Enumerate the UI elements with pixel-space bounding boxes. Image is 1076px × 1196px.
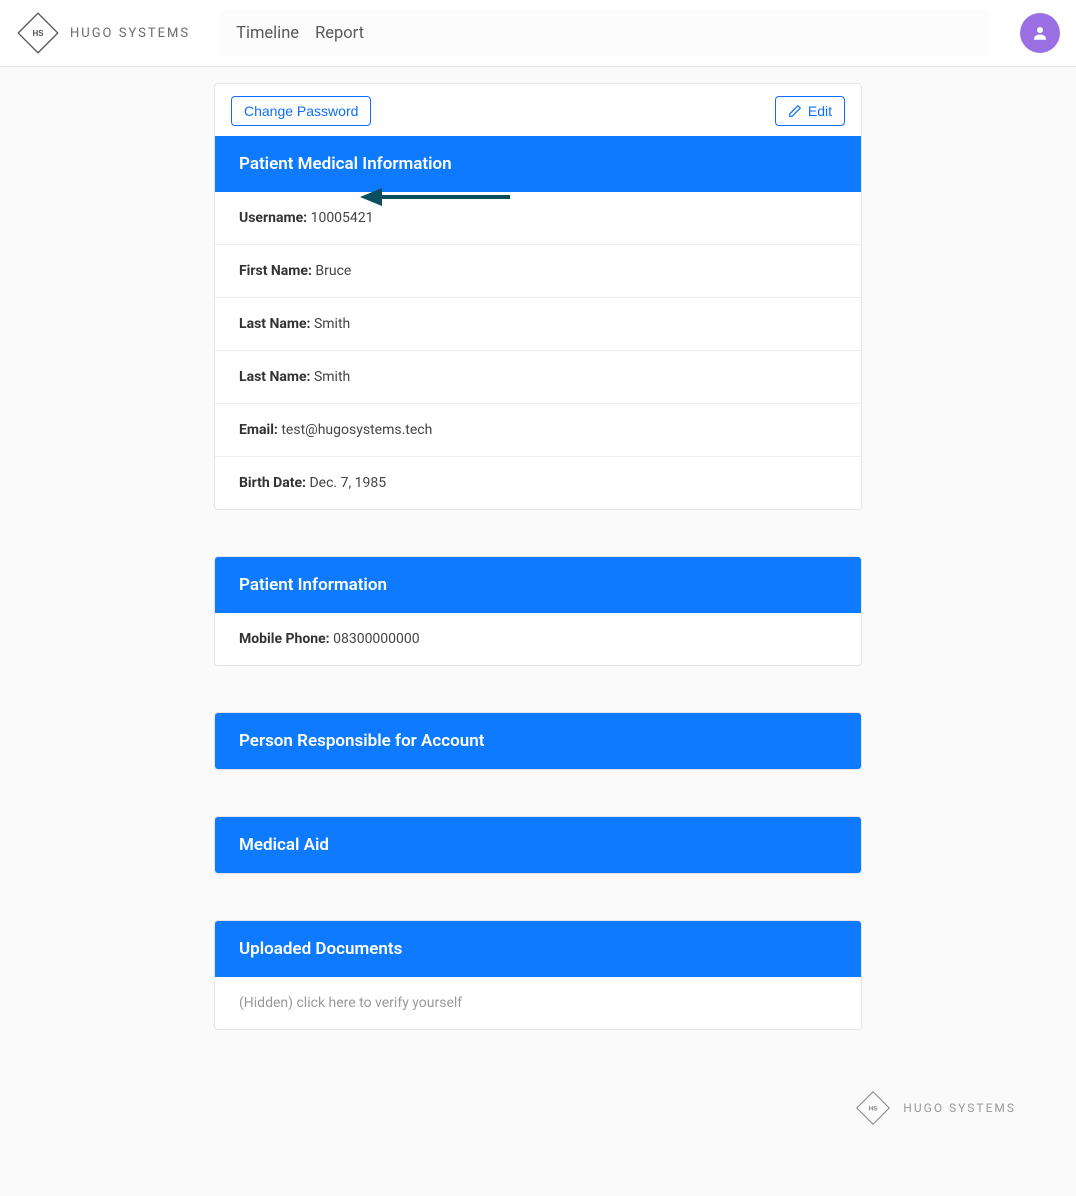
field-label: First Name:: [239, 263, 312, 279]
app-header: HS HUGO SYSTEMS Timeline Report: [0, 0, 1076, 67]
user-avatar[interactable]: [1020, 13, 1060, 53]
field-label: Last Name:: [239, 316, 310, 332]
section-header-documents: Uploaded Documents: [215, 921, 861, 977]
field-username: Username: 10005421: [215, 192, 861, 245]
section-header-responsible: Person Responsible for Account: [215, 713, 861, 769]
patient-medical-card: Change Password Edit Patient Medical Inf…: [214, 83, 862, 510]
section-header-medical-aid: Medical Aid: [215, 817, 861, 873]
main-nav: Timeline Report: [220, 10, 990, 56]
brand-name: HUGO SYSTEMS: [70, 26, 190, 41]
field-value: 10005421: [311, 210, 374, 226]
card-actions: Change Password Edit: [215, 84, 861, 136]
change-password-button[interactable]: Change Password: [231, 96, 371, 126]
field-label: Mobile Phone:: [239, 631, 330, 647]
field-first-name: First Name: Bruce: [215, 245, 861, 298]
edit-button[interactable]: Edit: [775, 96, 845, 126]
pencil-icon: [788, 104, 802, 118]
nav-timeline[interactable]: Timeline: [236, 24, 299, 43]
patient-info-card: Patient Information Mobile Phone: 083000…: [214, 556, 862, 666]
section-header-medical: Patient Medical Information: [215, 136, 861, 192]
field-value: test@hugosystems.tech: [281, 422, 432, 438]
field-value: Smith: [314, 316, 350, 332]
documents-card: Uploaded Documents (Hidden) click here t…: [214, 920, 862, 1030]
field-value: 08300000000: [333, 631, 420, 647]
field-label: Username:: [239, 210, 307, 226]
field-label: Email:: [239, 422, 278, 438]
footer-logo-icon: HS: [855, 1090, 891, 1126]
field-label: Last Name:: [239, 369, 310, 385]
footer-brand-name: HUGO SYSTEMS: [903, 1101, 1016, 1115]
field-mobile-phone: Mobile Phone: 08300000000: [215, 613, 861, 665]
svg-text:HS: HS: [869, 1105, 879, 1112]
svg-text:HS: HS: [32, 29, 44, 38]
field-last-name-2: Last Name: Smith: [215, 351, 861, 404]
person-icon: [1031, 24, 1049, 42]
section-header-patient-info: Patient Information: [215, 557, 861, 613]
field-email: Email: test@hugosystems.tech: [215, 404, 861, 457]
field-value: Smith: [314, 369, 350, 385]
footer: HS HUGO SYSTEMS: [0, 1070, 1076, 1146]
field-value: Dec. 7, 1985: [309, 475, 386, 491]
nav-report[interactable]: Report: [315, 24, 364, 43]
field-value: Bruce: [315, 263, 351, 279]
verify-link[interactable]: (Hidden) click here to verify yourself: [239, 995, 462, 1011]
field-last-name: Last Name: Smith: [215, 298, 861, 351]
field-label: Birth Date:: [239, 475, 306, 491]
brand-logo[interactable]: HS HUGO SYSTEMS: [16, 11, 190, 55]
medical-aid-card: Medical Aid: [214, 816, 862, 874]
responsible-card: Person Responsible for Account: [214, 712, 862, 770]
logo-icon: HS: [16, 11, 60, 55]
documents-hidden-row[interactable]: (Hidden) click here to verify yourself: [215, 977, 861, 1029]
edit-button-label: Edit: [808, 103, 832, 119]
field-birth-date: Birth Date: Dec. 7, 1985: [215, 457, 861, 509]
